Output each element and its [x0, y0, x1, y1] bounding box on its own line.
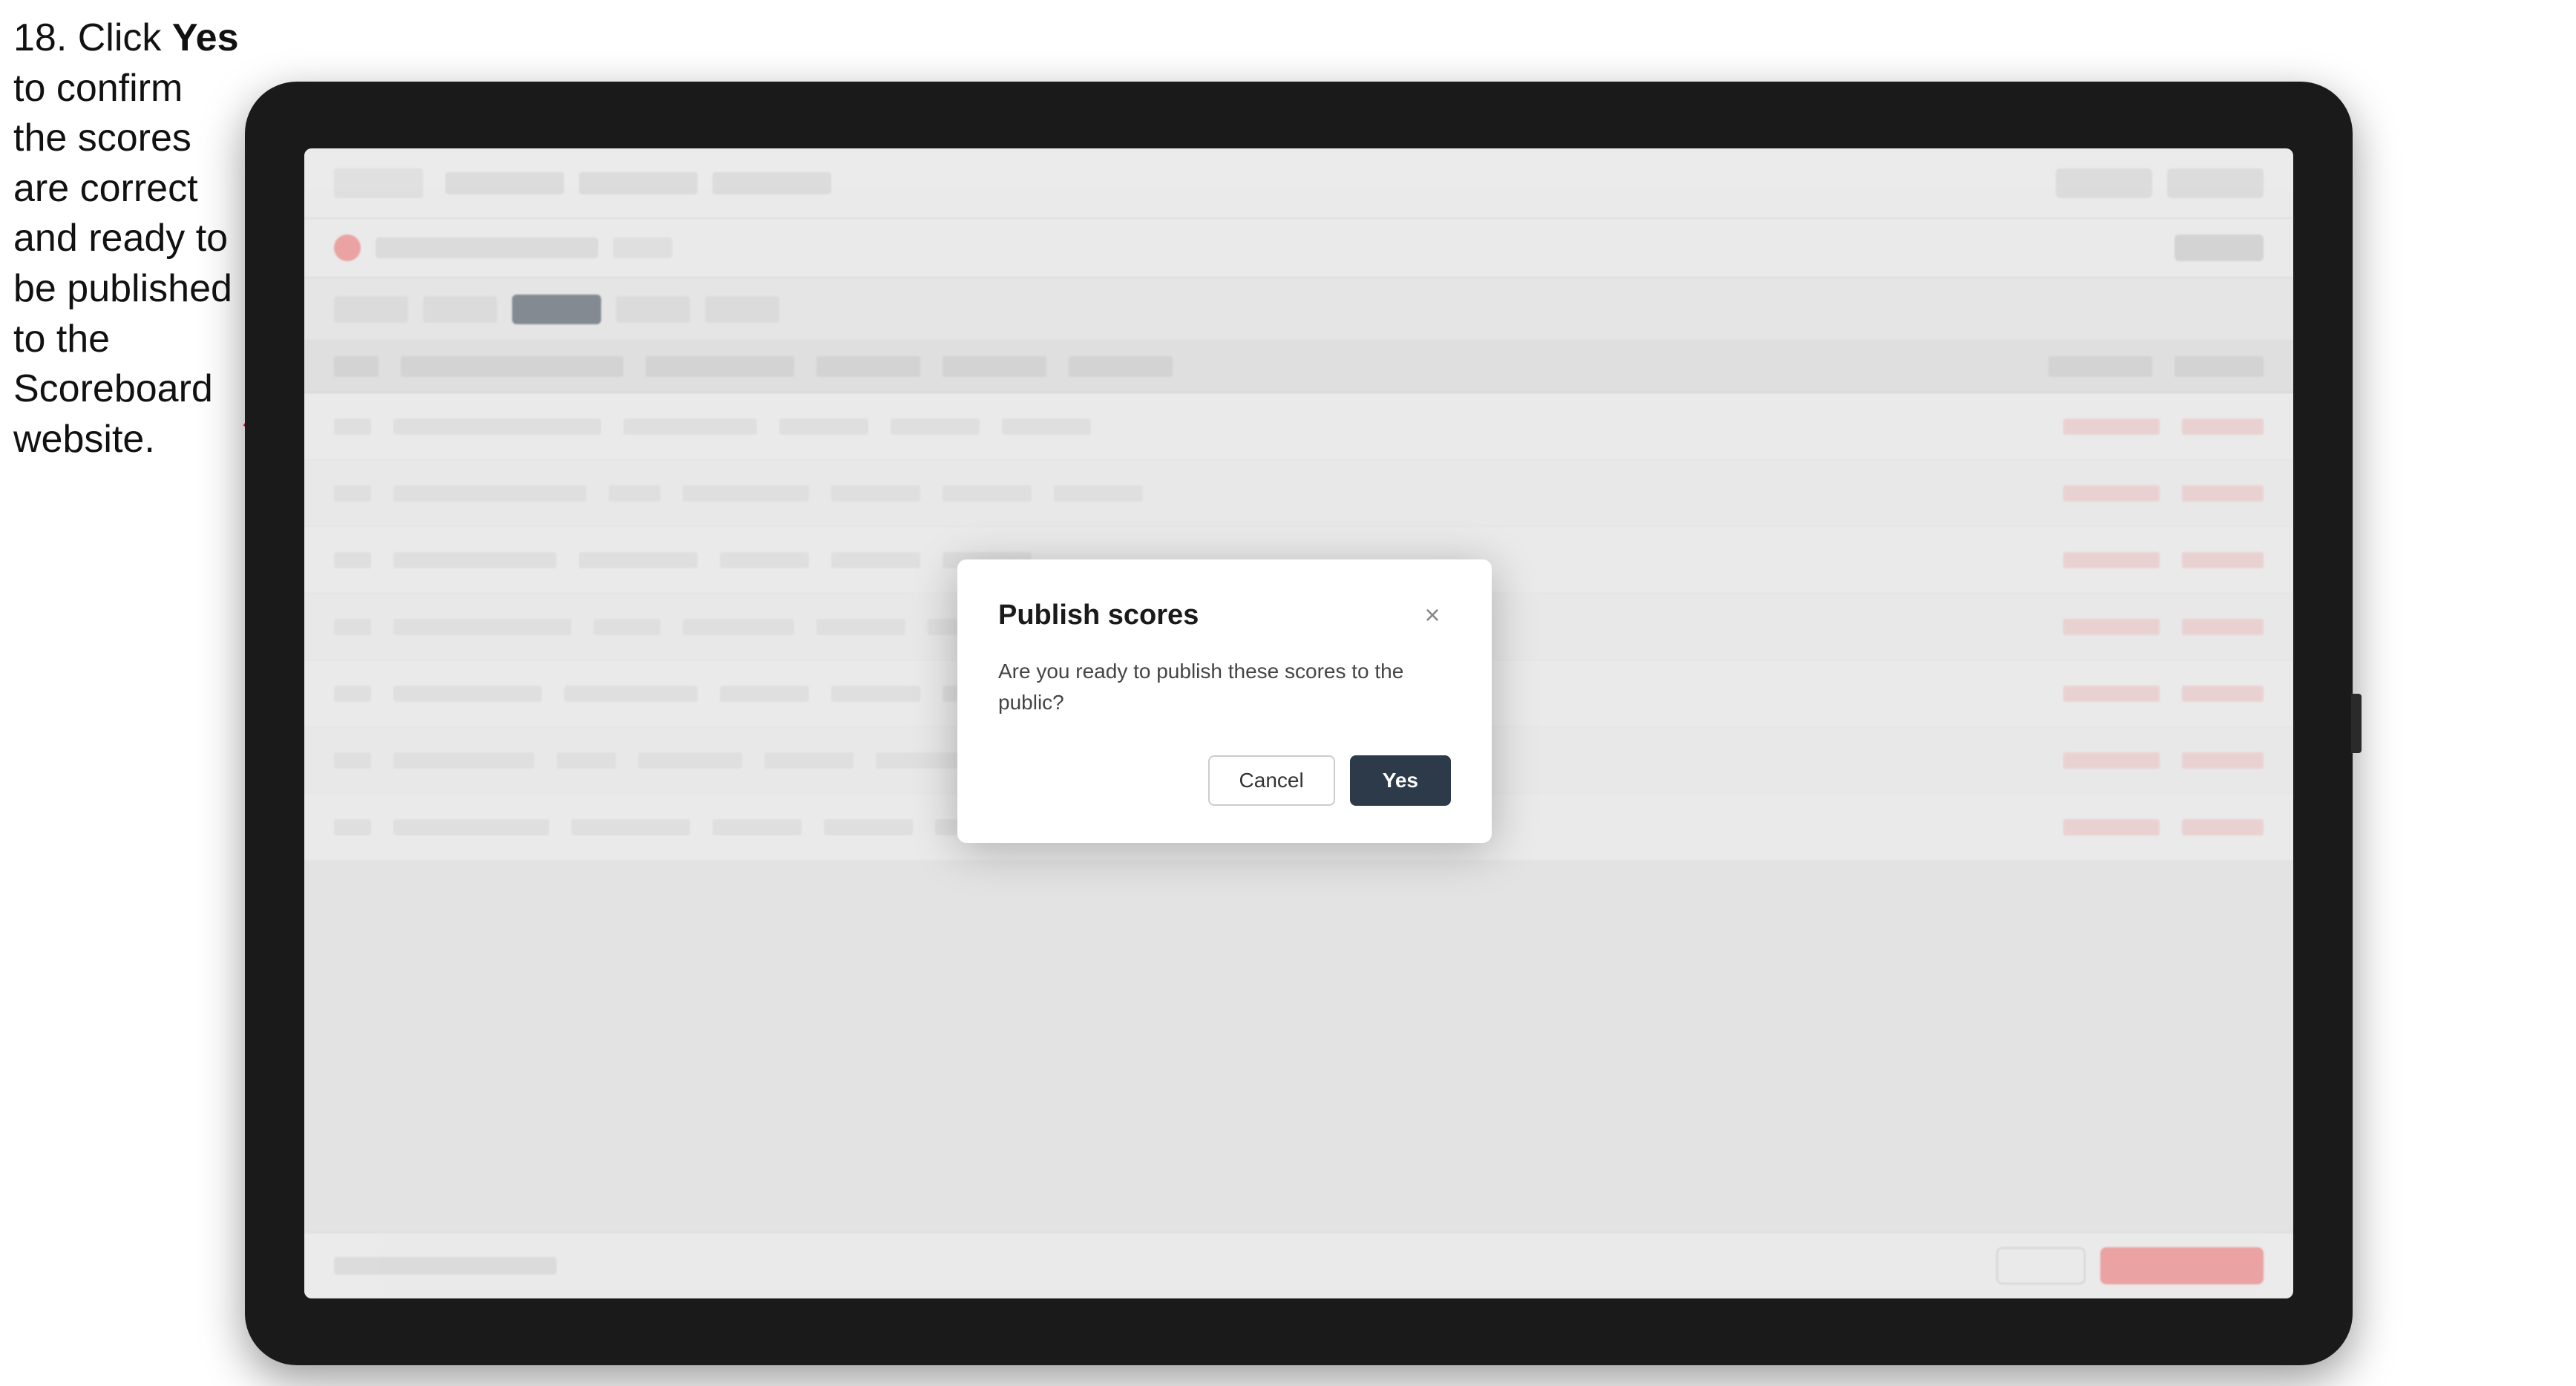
tablet-device: Publish scores × Are you ready to publis…: [245, 82, 2353, 1365]
publish-dialog: Publish scores × Are you ready to publis…: [957, 559, 1492, 843]
tablet-screen: Publish scores × Are you ready to publis…: [304, 148, 2293, 1298]
yes-bold: Yes: [172, 16, 239, 59]
dialog-message: Are you ready to publish these scores to…: [998, 656, 1451, 718]
cancel-button[interactable]: Cancel: [1208, 755, 1335, 806]
dialog-footer: Cancel Yes: [998, 755, 1451, 806]
tablet-side-button: [2351, 694, 2362, 753]
modal-overlay: Publish scores × Are you ready to publis…: [304, 148, 2293, 1298]
dialog-header: Publish scores ×: [998, 597, 1451, 634]
dialog-title: Publish scores: [998, 600, 1199, 631]
yes-button[interactable]: Yes: [1350, 755, 1451, 806]
instruction-text: 18. Click Yes to confirm the scores are …: [13, 13, 243, 464]
step-number: 18.: [13, 16, 67, 59]
instruction-text-part2: to confirm the scores are correct and re…: [13, 67, 232, 461]
instruction-text-part1: Click: [78, 16, 172, 59]
dialog-close-button[interactable]: ×: [1414, 597, 1451, 634]
